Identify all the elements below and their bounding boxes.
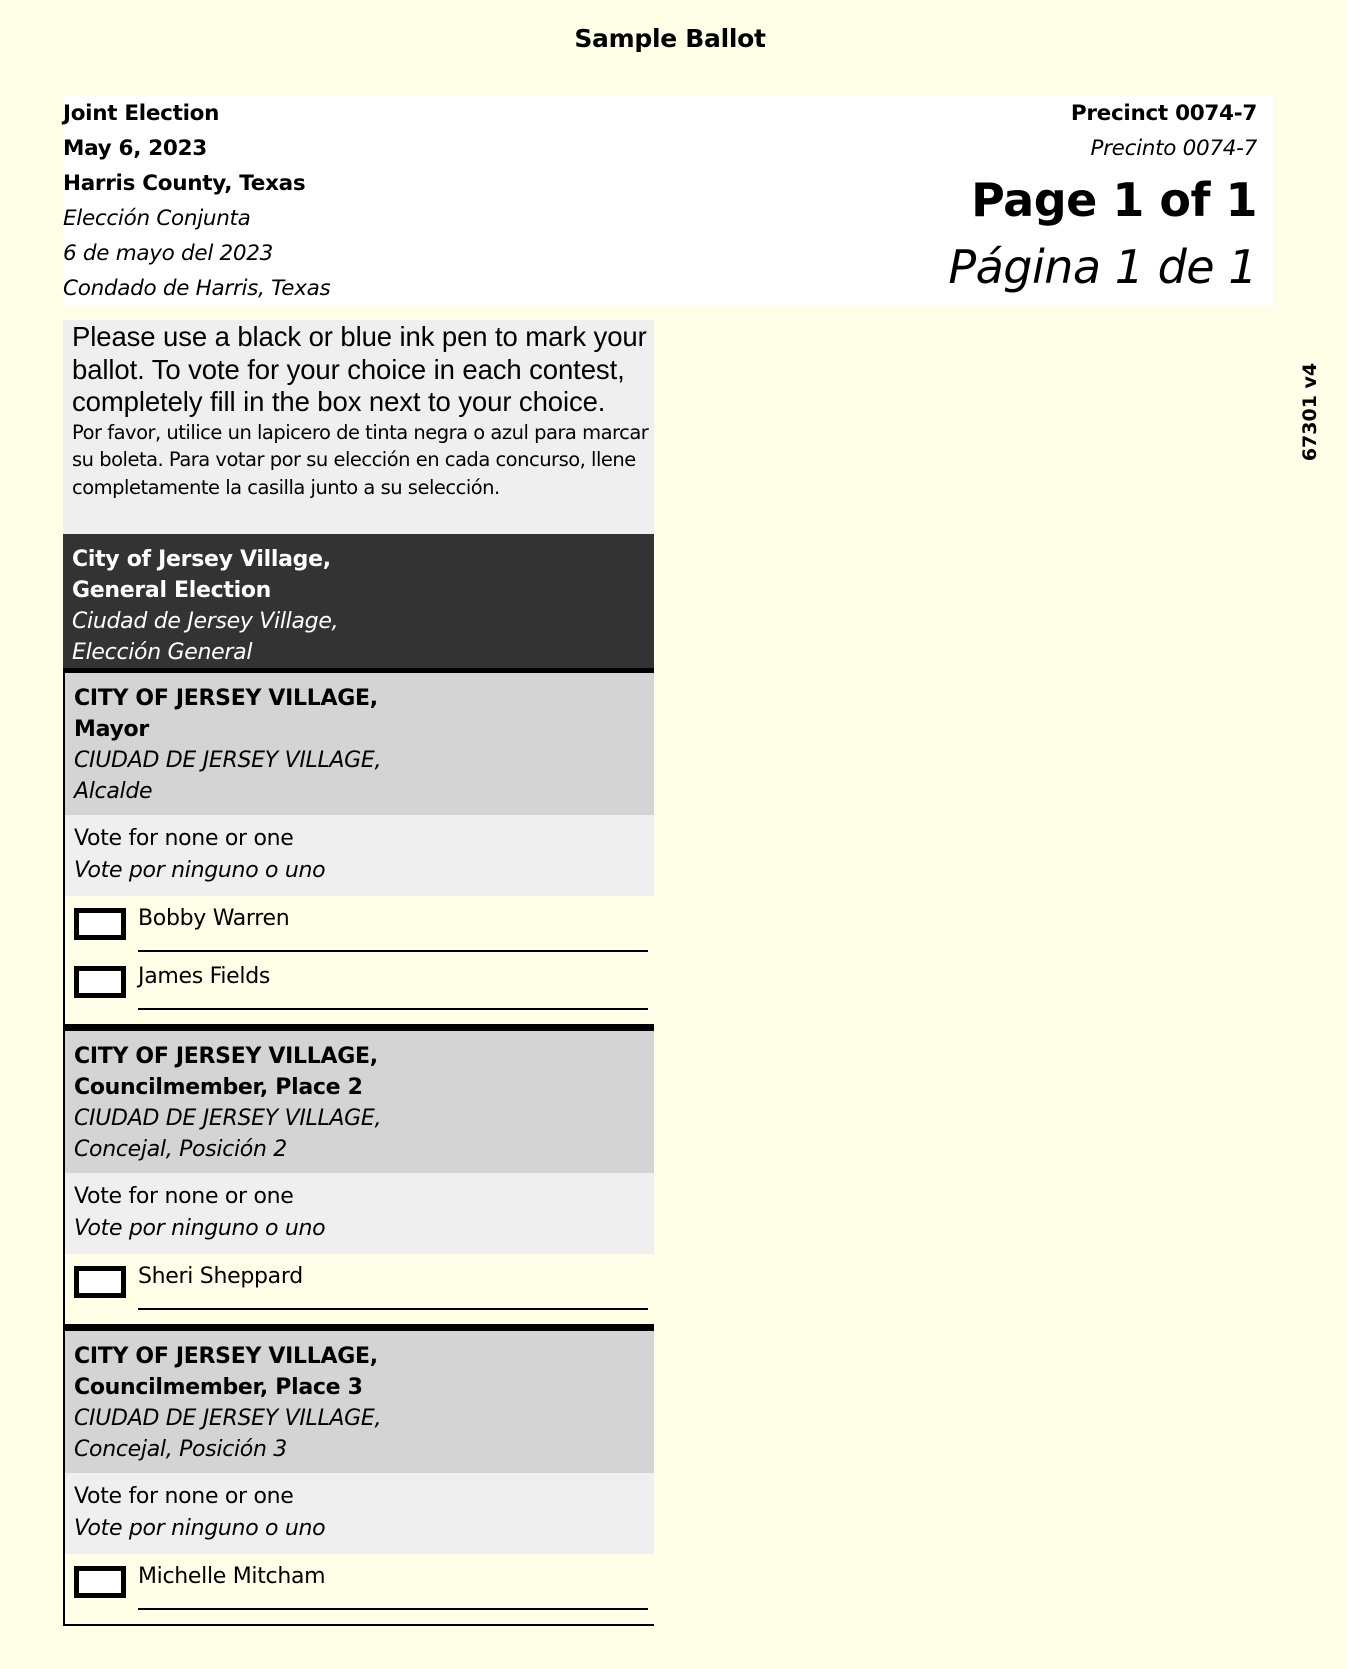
page-title: Sample Ballot: [574, 24, 766, 53]
vote-checkbox[interactable]: [74, 908, 126, 940]
candidate-list: Bobby Warren James Fields: [65, 896, 654, 1024]
precinct-label: Precinct 0074-7: [1070, 101, 1257, 126]
contest-jurisdiction: CITY OF JERSEY VILLAGE,: [74, 686, 378, 711]
instructions-english: Please use a black or blue ink pen to ma…: [72, 321, 647, 417]
vote-checkbox[interactable]: [74, 1566, 126, 1598]
election-name-es: Elección Conjunta: [63, 206, 251, 231]
election-section-subtitle: General Election: [72, 578, 272, 603]
election-name: Joint Election: [63, 101, 220, 126]
vote-limit: Vote for none or one: [74, 1484, 294, 1509]
contest-jurisdiction: CITY OF JERSEY VILLAGE,: [74, 1344, 378, 1369]
contest-mayor: CITY OF JERSEY VILLAGE, Mayor CIUDAD DE …: [65, 673, 654, 1031]
contest-list: CITY OF JERSEY VILLAGE, Mayor CIUDAD DE …: [63, 673, 654, 1626]
ballot-column: Please use a black or blue ink pen to ma…: [63, 320, 654, 1626]
voting-instructions: Please use a black or blue ink pen to ma…: [63, 320, 654, 534]
vote-limit-es: Vote por ninguno o uno: [74, 858, 326, 883]
divider: [138, 1308, 648, 1310]
candidate-option[interactable]: James Fields: [65, 954, 654, 1012]
contest-office: Councilmember, Place 2: [74, 1075, 363, 1100]
election-county-es: Condado de Harris, Texas: [63, 276, 331, 301]
vote-checkbox[interactable]: [74, 966, 126, 998]
contest-jurisdiction-es: CIUDAD DE JERSEY VILLAGE,: [74, 1106, 382, 1131]
vote-instructions: Vote for none or one Vote por ninguno o …: [65, 1473, 654, 1554]
contest-office: Mayor: [74, 717, 149, 742]
vote-checkbox[interactable]: [74, 1266, 126, 1298]
contest-jurisdiction: CITY OF JERSEY VILLAGE,: [74, 1044, 378, 1069]
election-county: Harris County, Texas: [63, 171, 306, 196]
candidate-option[interactable]: Bobby Warren: [65, 896, 654, 954]
ballot-version: 67301 v4: [1299, 362, 1321, 462]
election-date-es: 6 de mayo del 2023: [63, 241, 274, 266]
contest-office-es: Concejal, Posición 2: [74, 1137, 287, 1162]
divider: [138, 1008, 648, 1010]
candidate-option[interactable]: Michelle Mitcham: [65, 1554, 654, 1612]
vote-limit: Vote for none or one: [74, 826, 294, 851]
candidate-list: Sheri Sheppard: [65, 1254, 654, 1324]
vote-instructions: Vote for none or one Vote por ninguno o …: [65, 1173, 654, 1254]
candidate-name: James Fields: [138, 964, 271, 989]
contest-office-es: Alcalde: [74, 779, 153, 804]
instructions-spanish: Por favor, utilice un lapicero de tinta …: [72, 420, 649, 499]
candidate-option[interactable]: Sheri Sheppard: [65, 1254, 654, 1312]
election-section-subtitle-es: Elección General: [72, 640, 253, 665]
election-info: Joint Election May 6, 2023 Harris County…: [63, 96, 331, 306]
vote-instructions: Vote for none or one Vote por ninguno o …: [65, 815, 654, 896]
vote-limit-es: Vote por ninguno o uno: [74, 1216, 326, 1241]
candidate-name: Bobby Warren: [138, 906, 290, 931]
ballot-header: Joint Election May 6, 2023 Harris County…: [63, 96, 1273, 306]
election-section-header: City of Jersey Village, General Election…: [63, 534, 654, 673]
precinct-label-es: Precinto 0074-7: [1090, 136, 1257, 161]
election-date: May 6, 2023: [63, 136, 207, 161]
vote-limit: Vote for none or one: [74, 1184, 294, 1209]
contest-title: CITY OF JERSEY VILLAGE, Mayor CIUDAD DE …: [65, 673, 654, 815]
contest-jurisdiction-es: CIUDAD DE JERSEY VILLAGE,: [74, 1406, 382, 1431]
contest-office: Councilmember, Place 3: [74, 1375, 363, 1400]
divider: [138, 950, 648, 952]
precinct-info: Precinct 0074-7 Precinto 0074-7 Page 1 o…: [948, 96, 1257, 300]
candidate-name: Michelle Mitcham: [138, 1564, 326, 1589]
page-number: Page 1 of 1: [971, 173, 1257, 227]
election-section-title-es: Ciudad de Jersey Village,: [72, 609, 339, 634]
contest-title: CITY OF JERSEY VILLAGE, Councilmember, P…: [65, 1031, 654, 1173]
contest-office-es: Concejal, Posición 3: [74, 1437, 287, 1462]
contest-title: CITY OF JERSEY VILLAGE, Councilmember, P…: [65, 1331, 654, 1473]
election-section-title: City of Jersey Village,: [72, 547, 331, 572]
candidate-name: Sheri Sheppard: [138, 1264, 303, 1289]
page-number-es: Página 1 de 1: [948, 240, 1257, 294]
contest-councilmember-place-3: CITY OF JERSEY VILLAGE, Councilmember, P…: [65, 1331, 654, 1626]
candidate-list: Michelle Mitcham: [65, 1554, 654, 1624]
contest-councilmember-place-2: CITY OF JERSEY VILLAGE, Councilmember, P…: [65, 1031, 654, 1331]
contest-jurisdiction-es: CIUDAD DE JERSEY VILLAGE,: [74, 748, 382, 773]
divider: [138, 1608, 648, 1610]
vote-limit-es: Vote por ninguno o uno: [74, 1516, 326, 1541]
